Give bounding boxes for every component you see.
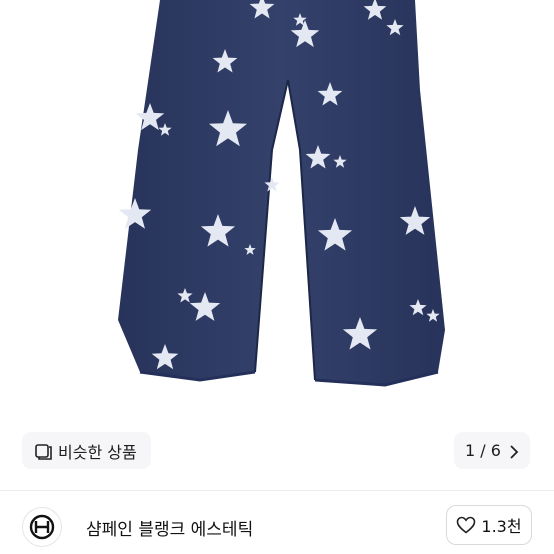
heart-outline-icon [456,516,476,534]
product-photo[interactable] [0,0,554,490]
shop-info-row[interactable]: 샴페인 블랭크 에스테틱 1.3천 [0,491,554,554]
pants-shape [118,0,445,385]
similar-products-button[interactable]: 비슷한 상품 [22,432,151,469]
image-counter: 1 / 6 [465,441,501,460]
similar-products-icon [34,442,52,460]
shop-name[interactable]: 샴페인 블랭크 에스테틱 [86,515,253,540]
like-count: 1.3천 [481,517,522,536]
like-button[interactable]: 1.3천 [446,505,532,545]
chevron-right-icon [509,444,519,459]
image-counter-button[interactable]: 1 / 6 [454,432,530,469]
similar-products-label: 비슷한 상품 [58,442,137,462]
shop-logo-icon[interactable] [22,507,62,547]
pants-illustration [118,0,445,387]
